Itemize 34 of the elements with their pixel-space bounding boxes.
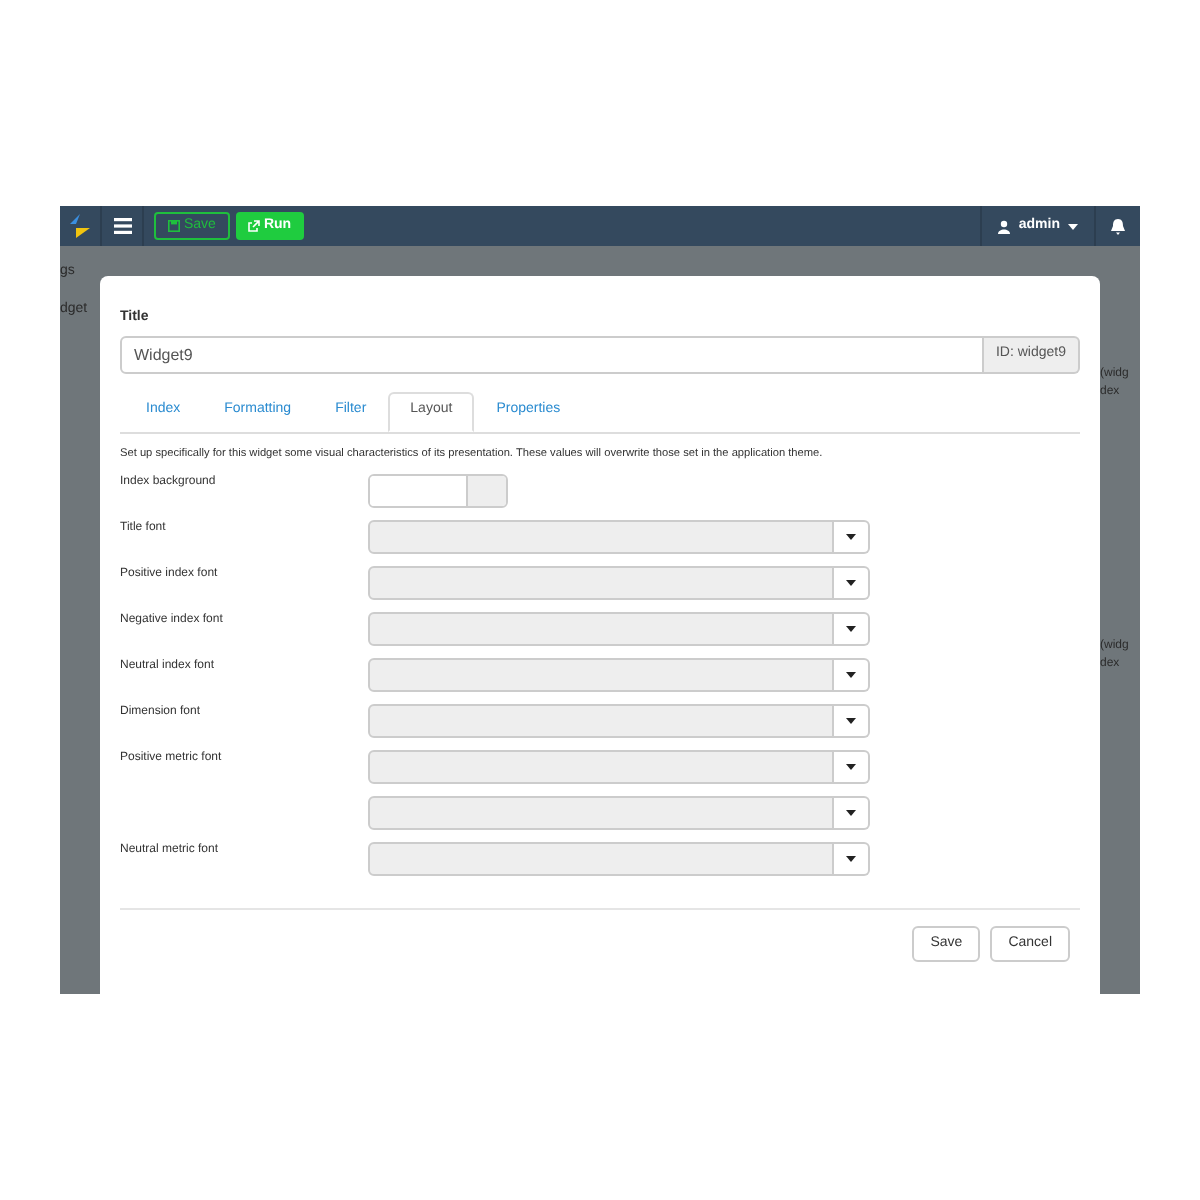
font-select-field[interactable] (368, 519, 834, 554)
font-select-field[interactable] (368, 657, 834, 692)
dropdown-button[interactable] (834, 795, 870, 830)
bell-icon (1110, 217, 1126, 235)
logo-icon (68, 212, 92, 240)
caret-icon (846, 717, 856, 724)
dropdown-button[interactable] (834, 565, 870, 600)
menu-button[interactable] (100, 206, 144, 246)
title-field[interactable]: Widget9 (120, 335, 984, 373)
caret-icon (846, 671, 856, 678)
dropdown-button[interactable] (834, 657, 870, 692)
font-select-field[interactable] (368, 795, 834, 830)
external-link-icon (247, 220, 260, 232)
caret-icon (846, 809, 856, 816)
caret-icon (846, 763, 856, 770)
user-icon (998, 219, 1011, 233)
dropdown-button[interactable] (834, 749, 870, 784)
font-select-field[interactable] (368, 611, 834, 646)
dropdown-button[interactable] (834, 611, 870, 646)
caret-icon (846, 625, 856, 632)
caret-icon (846, 579, 856, 586)
font-select-field[interactable] (368, 749, 834, 784)
dropdown-button[interactable] (834, 703, 870, 738)
caret-icon (846, 855, 856, 862)
color-picker-field[interactable] (368, 473, 508, 508)
dropdown-button[interactable] (834, 519, 870, 554)
font-select-field[interactable] (368, 841, 834, 876)
font-select-field[interactable] (368, 703, 834, 738)
caret-icon (1068, 223, 1078, 229)
caret-icon (846, 533, 856, 540)
floppy-icon (168, 220, 180, 232)
font-select-field[interactable] (368, 565, 834, 600)
dropdown-button[interactable] (834, 841, 870, 876)
menu-icon (113, 218, 131, 234)
